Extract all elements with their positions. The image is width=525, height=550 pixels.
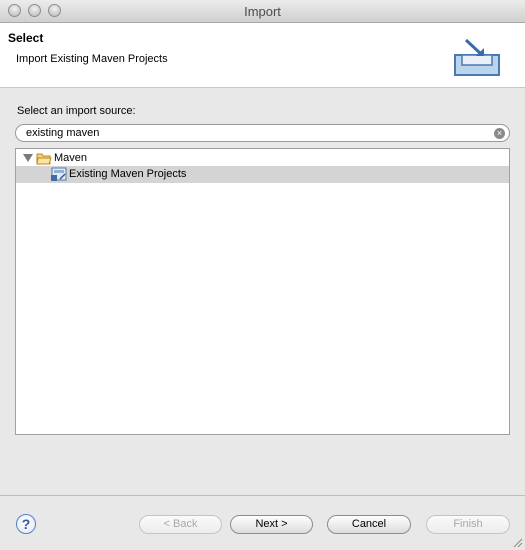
next-button[interactable]: Next > <box>230 515 313 534</box>
page-description: Import Existing Maven Projects <box>16 53 168 65</box>
maven-project-icon <box>51 167 67 181</box>
tree-item-existing-maven-projects[interactable]: Existing Maven Projects <box>16 166 509 183</box>
folder-icon <box>36 153 52 165</box>
finish-button[interactable]: Finish <box>426 515 510 534</box>
tree-item-label: Existing Maven Projects <box>69 168 187 180</box>
import-dialog: Import Select Import Existing Maven Proj… <box>0 0 525 550</box>
tree-item-maven[interactable]: Maven <box>16 150 509 167</box>
page-title: Select <box>8 31 44 45</box>
title-bar: Import <box>0 0 525 23</box>
wizard-header: Select Import Existing Maven Projects <box>0 23 525 88</box>
back-button[interactable]: < Back <box>139 515 222 534</box>
clear-filter-icon[interactable]: × <box>494 128 505 139</box>
import-wizard-icon <box>454 38 500 76</box>
filter-input[interactable]: existing maven × <box>15 124 510 142</box>
window-title: Import <box>244 4 281 19</box>
expand-triangle-icon[interactable] <box>23 154 33 162</box>
cancel-button[interactable]: Cancel <box>327 515 411 534</box>
resize-grip-icon[interactable] <box>511 536 523 548</box>
filter-text: existing maven <box>26 127 100 139</box>
help-icon[interactable]: ? <box>16 514 36 534</box>
footer-divider <box>0 495 525 496</box>
import-source-label: Select an import source: <box>17 105 136 117</box>
tree-item-label: Maven <box>54 152 88 164</box>
import-source-tree[interactable]: Maven Existing Maven Projects <box>15 148 510 435</box>
